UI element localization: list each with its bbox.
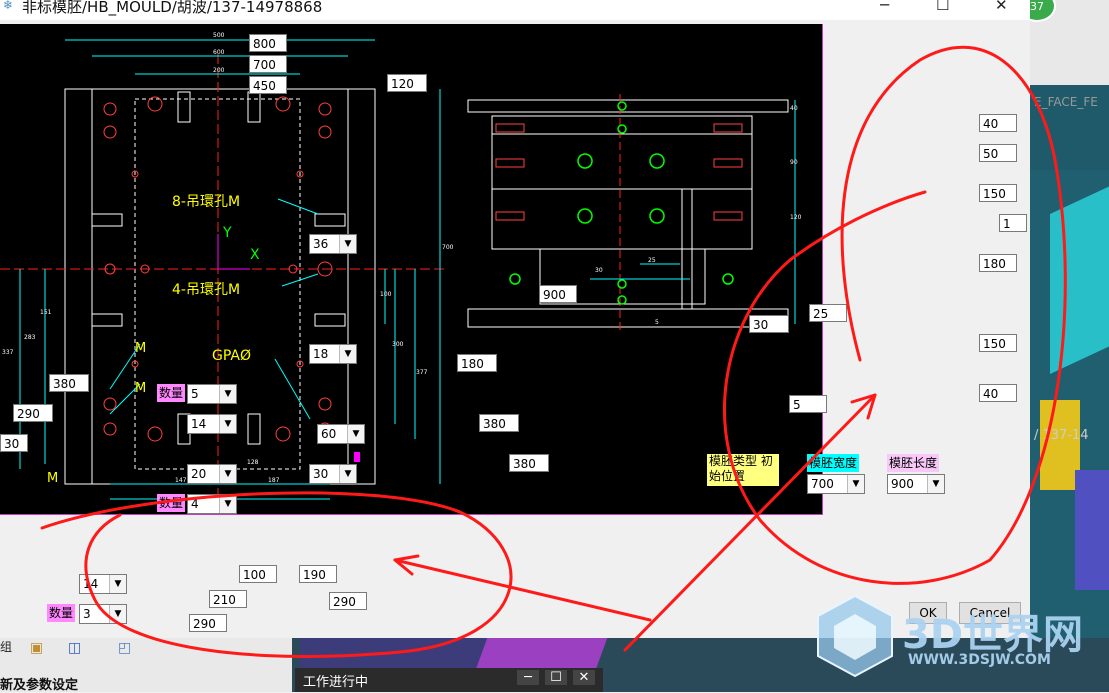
markup-ellipse-bottom xyxy=(40,491,513,658)
watermark: 3D世界网 WWW.3DSJW.COM xyxy=(810,590,1105,682)
red-markup-overlay xyxy=(40,46,1067,658)
markup-ellipse-right xyxy=(723,46,1067,585)
markup-arrow-1 xyxy=(393,558,652,622)
cube-logo-icon xyxy=(817,594,893,678)
watermark-url: WWW.3DSJW.COM xyxy=(908,652,1051,668)
